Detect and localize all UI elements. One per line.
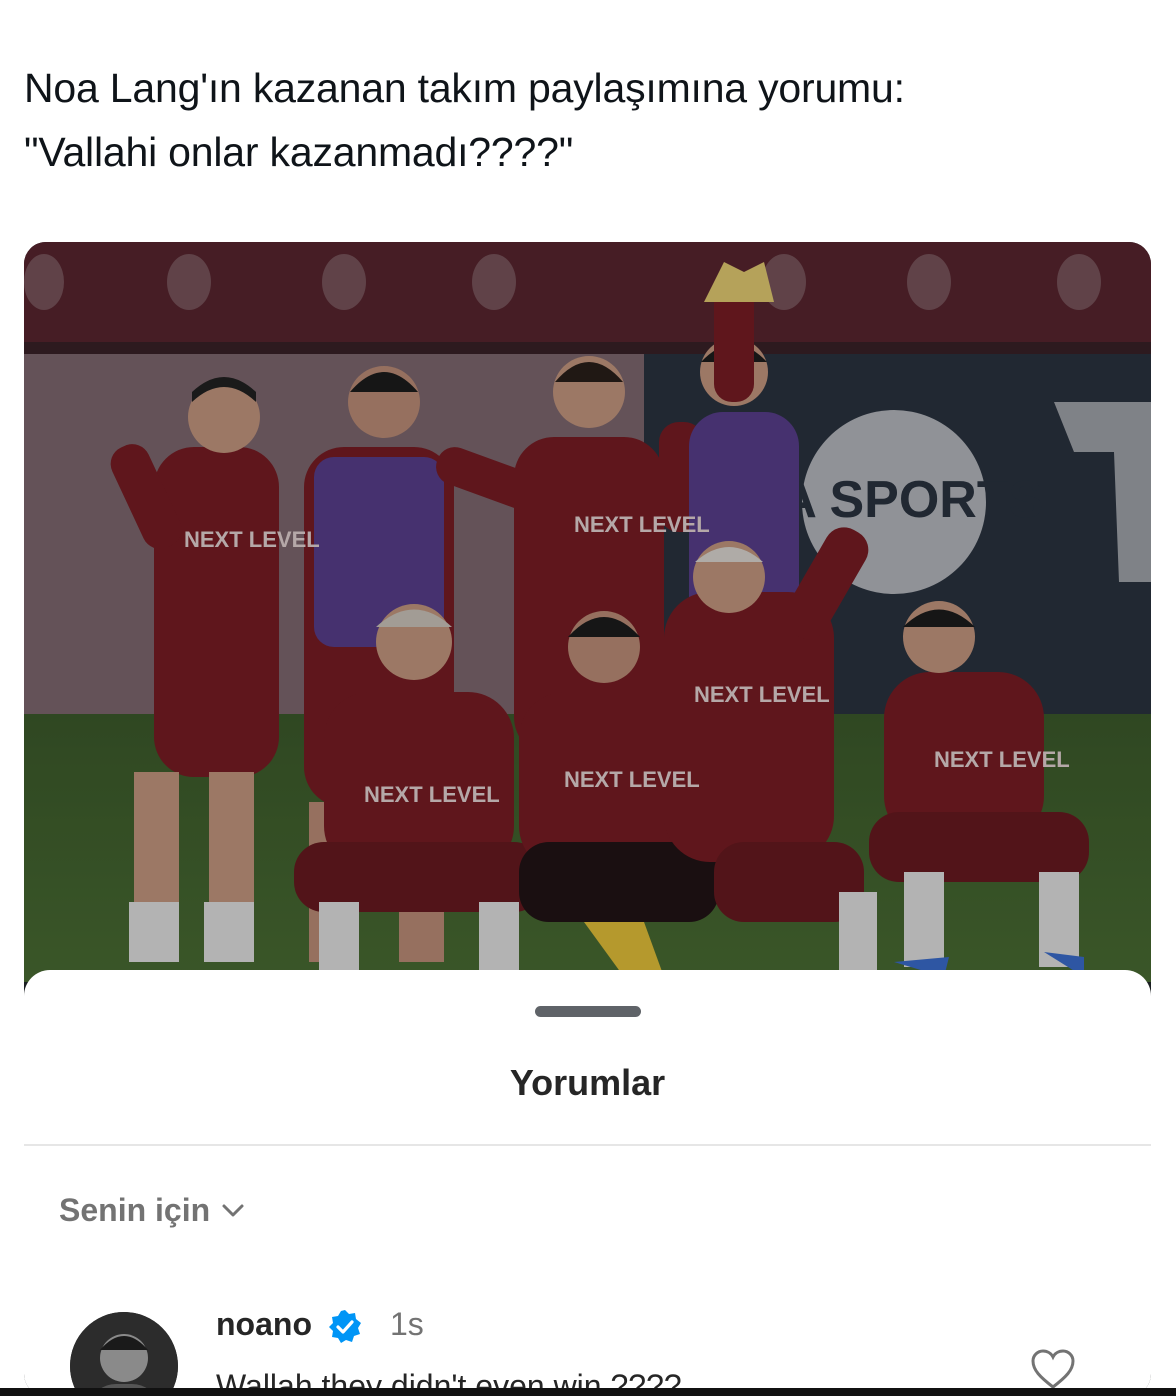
comment-filter-dropdown[interactable]: Senin için bbox=[59, 1188, 246, 1232]
sheet-title: Yorumlar bbox=[509, 1062, 666, 1103]
filter-label: Senin için bbox=[59, 1191, 211, 1228]
team-photo[interactable]: EA SPORTS ALFEMO bbox=[24, 242, 1151, 982]
comment-time: 1s bbox=[390, 1306, 424, 1342]
verified-badge-icon bbox=[329, 1310, 361, 1343]
heart-icon[interactable] bbox=[1030, 1348, 1076, 1390]
tweet-line-2: "Vallahi onlar kazanmadı????" bbox=[24, 129, 574, 175]
media-card[interactable]: EA SPORTS ALFEMO bbox=[24, 242, 1151, 1396]
bottom-edge bbox=[0, 1388, 1176, 1396]
avatar[interactable] bbox=[70, 1312, 178, 1396]
comments-sheet: Yorumlar Senin için noano 1s Wallah they… bbox=[24, 970, 1151, 1396]
tweet-text: Noa Lang'ın kazanan takım paylaşımına yo… bbox=[24, 56, 1144, 184]
comment-username[interactable]: noano bbox=[216, 1306, 312, 1343]
divider bbox=[24, 1144, 1151, 1146]
comment-item: noano 1s Wallah they didn't even win ???… bbox=[24, 1290, 1151, 1396]
chevron-down-icon bbox=[222, 1204, 244, 1217]
drag-handle[interactable] bbox=[535, 1006, 641, 1017]
tweet-line-1: Noa Lang'ın kazanan takım paylaşımına yo… bbox=[24, 65, 905, 111]
